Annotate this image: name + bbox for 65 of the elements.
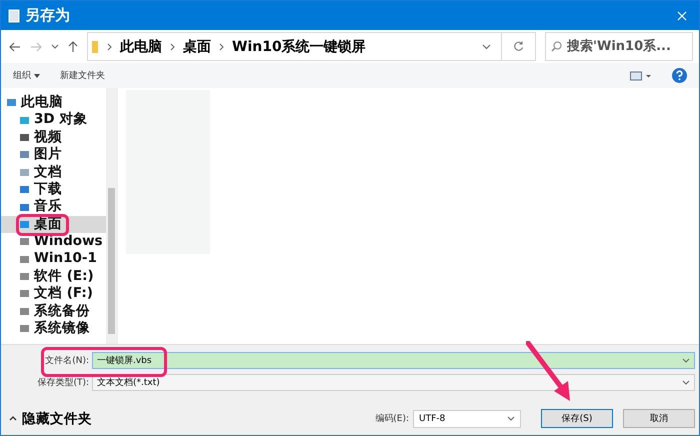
sidebar-label: 3D 对象 bbox=[34, 113, 88, 127]
scrollbar[interactable] bbox=[106, 88, 117, 344]
chevron-down-icon[interactable] bbox=[682, 358, 690, 362]
sidebar-label: 音乐 bbox=[34, 200, 62, 214]
organize-menu[interactable]: 组织 bbox=[13, 69, 40, 82]
sidebar-label: 文档 bbox=[34, 166, 62, 179]
field-label: 保存类型(T): bbox=[36, 376, 90, 388]
chevron-down-icon[interactable] bbox=[482, 44, 491, 50]
notepad-icon bbox=[8, 8, 20, 22]
view-icon[interactable] bbox=[630, 70, 652, 80]
sidebar-item[interactable]: 文档 bbox=[1, 164, 106, 181]
sidebar-item[interactable]: Windows bbox=[1, 233, 106, 251]
cancel-button[interactable]: 取消 bbox=[623, 409, 695, 428]
back-arrow-icon[interactable] bbox=[9, 42, 21, 52]
sidebar-item[interactable]: Win10-1 bbox=[1, 250, 106, 268]
chevron-down-icon[interactable] bbox=[51, 44, 59, 50]
new-folder-button[interactable]: 新建文件夹 bbox=[60, 69, 105, 82]
chevron-right-icon[interactable] bbox=[170, 42, 175, 50]
sidebar-label: 视频 bbox=[34, 130, 62, 144]
field-label: 文件名(N): bbox=[44, 354, 90, 366]
sidebar-item[interactable]: 软件 (E:) bbox=[1, 268, 106, 286]
breadcrumb-segment[interactable]: Win10系统一键锁屏 bbox=[232, 38, 366, 56]
sidebar-label: 系统备份 bbox=[34, 304, 90, 318]
caret-icon bbox=[34, 74, 40, 78]
refresh-button[interactable] bbox=[502, 32, 536, 61]
sidebar-label: 软件 (E:) bbox=[34, 270, 94, 284]
help-icon[interactable] bbox=[672, 68, 687, 83]
sidebar-label: 桌面 bbox=[34, 218, 62, 232]
sidebar-item[interactable]: 系统镜像 bbox=[1, 320, 106, 338]
breadcrumb-segment[interactable]: 此电脑 bbox=[120, 38, 162, 56]
up-arrow-icon[interactable] bbox=[68, 40, 78, 52]
sidebar-label: 系统镜像 bbox=[34, 322, 90, 336]
sidebar-label: Windows bbox=[34, 235, 103, 249]
chevron-up-icon bbox=[9, 416, 17, 421]
sidebar-item[interactable]: 视频 bbox=[1, 128, 106, 146]
sidebar-label: 文档 (F:) bbox=[34, 287, 93, 301]
chevron-right-icon[interactable] bbox=[219, 42, 224, 50]
sidebar-item[interactable]: 图片 bbox=[1, 146, 106, 164]
search-field[interactable]: 搜索'Win10系... bbox=[545, 32, 693, 61]
chevron-down-icon[interactable] bbox=[682, 380, 690, 384]
filename-field[interactable]: 一键锁屏.vbs bbox=[92, 352, 695, 368]
address-bar[interactable]: 此电脑 桌面 Win10系统一键锁屏 bbox=[87, 32, 502, 61]
sidebar-label: Win10-1 bbox=[34, 252, 97, 266]
sidebar-item[interactable]: 3D 对象 bbox=[1, 111, 106, 129]
sidebar-item[interactable]: 此电脑 bbox=[1, 94, 106, 112]
sidebar-label: 此电脑 bbox=[21, 96, 63, 110]
highlight-frame bbox=[16, 214, 69, 236]
encoding-dropdown[interactable]: UTF-8 bbox=[413, 410, 521, 428]
sidebar-item[interactable]: 系统备份 bbox=[1, 302, 106, 320]
sidebar-item[interactable]: 下载 bbox=[1, 180, 106, 198]
save-button[interactable]: 保存(S) bbox=[541, 409, 613, 428]
close-icon[interactable] bbox=[677, 10, 687, 20]
chevron-right-icon[interactable] bbox=[107, 42, 112, 50]
encoding-label: 编码(E): bbox=[375, 412, 409, 425]
chevron-down-icon[interactable] bbox=[507, 416, 515, 421]
hide-folders-toggle[interactable]: 隐藏文件夹 bbox=[9, 410, 92, 428]
search-icon bbox=[551, 41, 562, 52]
file-type-dropdown[interactable]: 文本文档(*.txt) bbox=[92, 374, 695, 390]
sidebar-label: 图片 bbox=[34, 148, 62, 162]
window-title: 另存为 bbox=[25, 6, 70, 25]
sidebar-item[interactable]: 音乐 bbox=[1, 198, 106, 216]
sidebar-item[interactable]: 文档 (F:) bbox=[1, 285, 106, 303]
sidebar-label: 下载 bbox=[34, 182, 62, 196]
breadcrumb-segment[interactable]: 桌面 bbox=[183, 38, 211, 56]
refresh-icon bbox=[513, 41, 524, 52]
